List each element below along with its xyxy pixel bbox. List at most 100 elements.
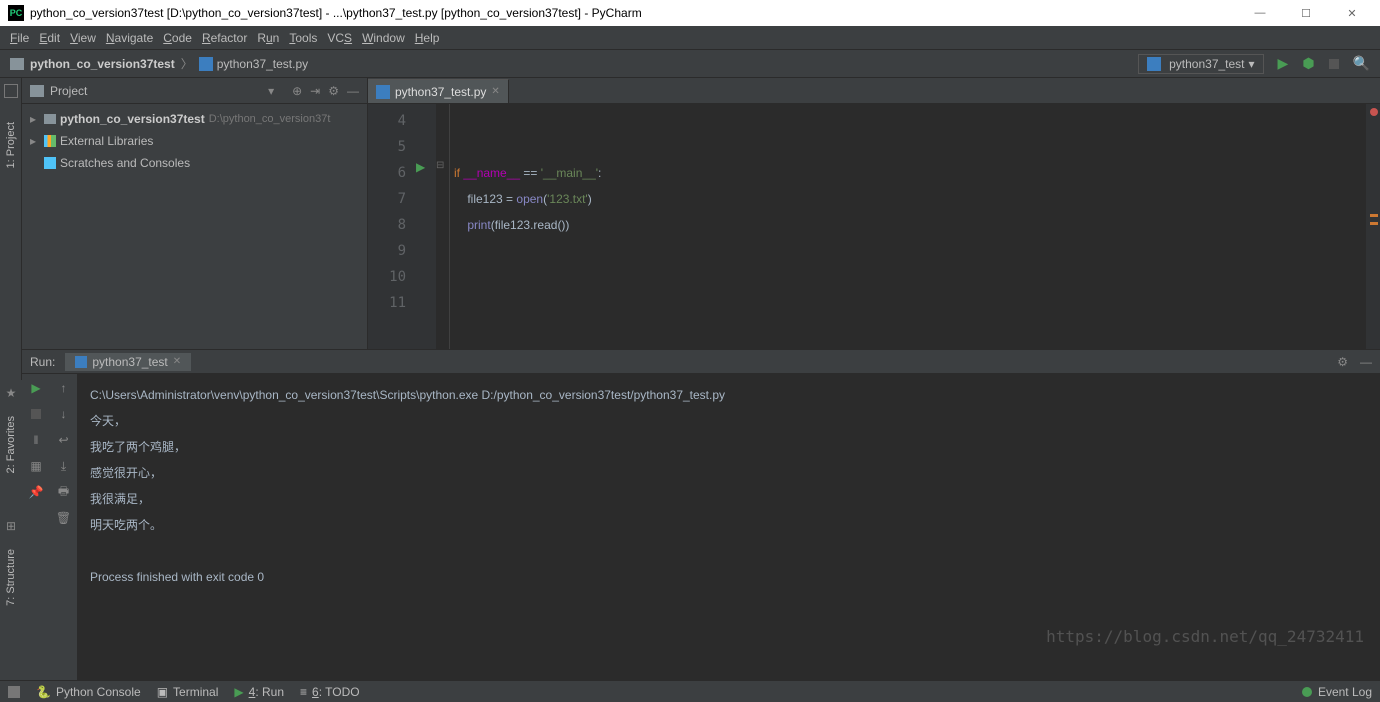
project-panel: Project ▾ ⊕ ⇥ ⚙ — ▸ python_co_version37t… [22,78,368,349]
error-indicator[interactable] [1370,108,1378,116]
library-icon [44,135,56,147]
maximize-button[interactable]: ☐ [1292,7,1320,20]
console-line: 我吃了两个鸡腿， [90,434,1368,460]
terminal-tab[interactable]: ▣Terminal [157,685,219,699]
up-button[interactable]: ↑ [56,380,72,396]
line-number: 5 [368,134,416,160]
menu-navigate[interactable]: Navigate [106,31,153,45]
line-number: 4 [368,108,416,134]
error-strip[interactable] [1366,104,1380,349]
todo-tab[interactable]: ≡6: TODO [300,685,360,699]
code-content[interactable]: if __name__ == '__main__': file123 = ope… [450,104,1380,349]
down-button[interactable]: ↓ [56,406,72,422]
console-line: 感觉很开心， [90,460,1368,486]
left-tool-gutter-2: ★ 2: Favorites ⊞ 7: Structure [0,380,22,680]
tree-root[interactable]: ▸ python_co_version37test D:\python_co_v… [30,108,359,130]
tree-root-name: python_co_version37test [60,112,205,126]
collapse-icon[interactable]: ⇥ [310,84,320,98]
structure-icon[interactable]: ⊞ [6,519,16,533]
editor-tab[interactable]: python37_test.py ✕ [368,79,509,103]
menu-vcs[interactable]: VCS [327,31,352,45]
menu-view[interactable]: View [70,31,96,45]
pin-button[interactable]: 📌 [28,484,44,500]
tree-scratches[interactable]: Scratches and Consoles [30,152,359,174]
menu-code[interactable]: Code [163,31,192,45]
line-number: 10 [368,264,416,290]
tree-item-label: Scratches and Consoles [60,156,190,170]
console-line: 今天， [90,408,1368,434]
fold-gutter: ⊟ [436,104,450,349]
run-tab[interactable]: python37_test ✕ [65,353,191,371]
print-button[interactable]: 🖶 [56,484,72,500]
menu-run[interactable]: Run [257,31,279,45]
line-number: 7 [368,186,416,212]
tree-external-libs[interactable]: ▸ External Libraries [30,130,359,152]
python-file-icon [75,356,87,368]
line-number: 6 [368,160,416,186]
run-panel-header: Run: python37_test ✕ ⚙ — [22,350,1380,374]
menu-edit[interactable]: Edit [39,31,60,45]
close-button[interactable]: ✕ [1338,7,1366,20]
structure-tool-tab[interactable]: 7: Structure [3,543,19,612]
project-panel-header: Project ▾ ⊕ ⇥ ⚙ — [22,78,367,104]
run-panel: Run: python37_test ✕ ⚙ — ▶ ‖ ▦ 📌 [22,350,1380,680]
debug-button[interactable]: ⬢ [1302,55,1314,72]
locate-icon[interactable]: ⊕ [292,84,302,98]
navigation-bar: python_co_version37test 〉 python37_test.… [0,50,1380,78]
console-output[interactable]: C:\Users\Administrator\venv\python_co_ve… [78,374,1380,680]
wrap-button[interactable]: ↩ [56,432,72,448]
layout-button[interactable]: ▦ [28,458,44,474]
search-icon[interactable]: 🔍 [1353,55,1370,72]
project-tool-tab[interactable]: 1: Project [3,116,19,174]
event-log[interactable]: Event Log [1318,685,1372,699]
structure-icon[interactable] [4,84,18,98]
menu-refactor[interactable]: Refactor [202,31,247,45]
hide-icon[interactable]: — [347,84,359,98]
star-icon[interactable]: ★ [6,386,17,400]
breadcrumb-root[interactable]: python_co_version37test [30,57,175,71]
run-button[interactable]: ▶ [1278,55,1289,72]
favorites-tool-tab[interactable]: 2: Favorites [3,410,19,479]
gear-icon[interactable]: ⚙ [1337,355,1348,369]
menu-file[interactable]: File [10,31,29,45]
stop-button[interactable] [28,406,44,422]
code-area[interactable]: 4 5 6 7 8 9 10 11 ▶ ⊟ [368,104,1380,349]
rerun-button[interactable]: ▶ [28,380,44,396]
line-number: 9 [368,238,416,264]
gear-icon[interactable]: ⚙ [328,84,339,98]
chevron-right-icon[interactable]: ▸ [30,112,40,126]
stop-button[interactable] [1329,59,1339,69]
chevron-down-icon[interactable]: ▾ [268,84,274,98]
menu-help[interactable]: Help [415,31,440,45]
window-title: python_co_version37test [D:\python_co_ve… [30,6,1240,20]
folder-icon [10,58,24,70]
pause-button[interactable]: ‖ [28,432,44,448]
run-line-icon[interactable]: ▶ [416,160,436,174]
console-line: Process finished with exit code 0 [90,564,1368,590]
python-file-icon [376,85,390,99]
scroll-button[interactable]: ⤓ [56,458,72,474]
warning-mark[interactable] [1370,214,1378,217]
pycharm-icon: PC [8,5,24,21]
breadcrumb-file[interactable]: python37_test.py [217,57,308,71]
close-tab-icon[interactable]: ✕ [491,86,499,97]
folder-icon [30,85,44,97]
trash-button[interactable]: 🗑 [56,510,72,526]
menu-tools[interactable]: Tools [289,31,317,45]
line-number: 11 [368,290,416,316]
fold-icon[interactable]: ⊟ [436,160,449,171]
run-tab[interactable]: ▶4: Run [234,685,284,699]
scratch-icon [44,157,56,169]
run-config-dropdown[interactable]: python37_test ▾ [1138,54,1263,74]
close-icon[interactable]: ✕ [173,356,181,367]
hide-icon[interactable]: — [1360,355,1372,369]
python-file-icon [1147,57,1161,71]
python-console-tab[interactable]: 🐍Python Console [36,685,141,699]
run-config-name: python37_test [1169,57,1244,71]
chevron-right-icon[interactable]: ▸ [30,134,40,148]
warning-mark[interactable] [1370,222,1378,225]
minimize-button[interactable]: — [1246,7,1274,20]
menu-window[interactable]: Window [362,31,405,45]
status-indicator[interactable] [8,686,20,698]
menubar: File Edit View Navigate Code Refactor Ru… [0,26,1380,50]
